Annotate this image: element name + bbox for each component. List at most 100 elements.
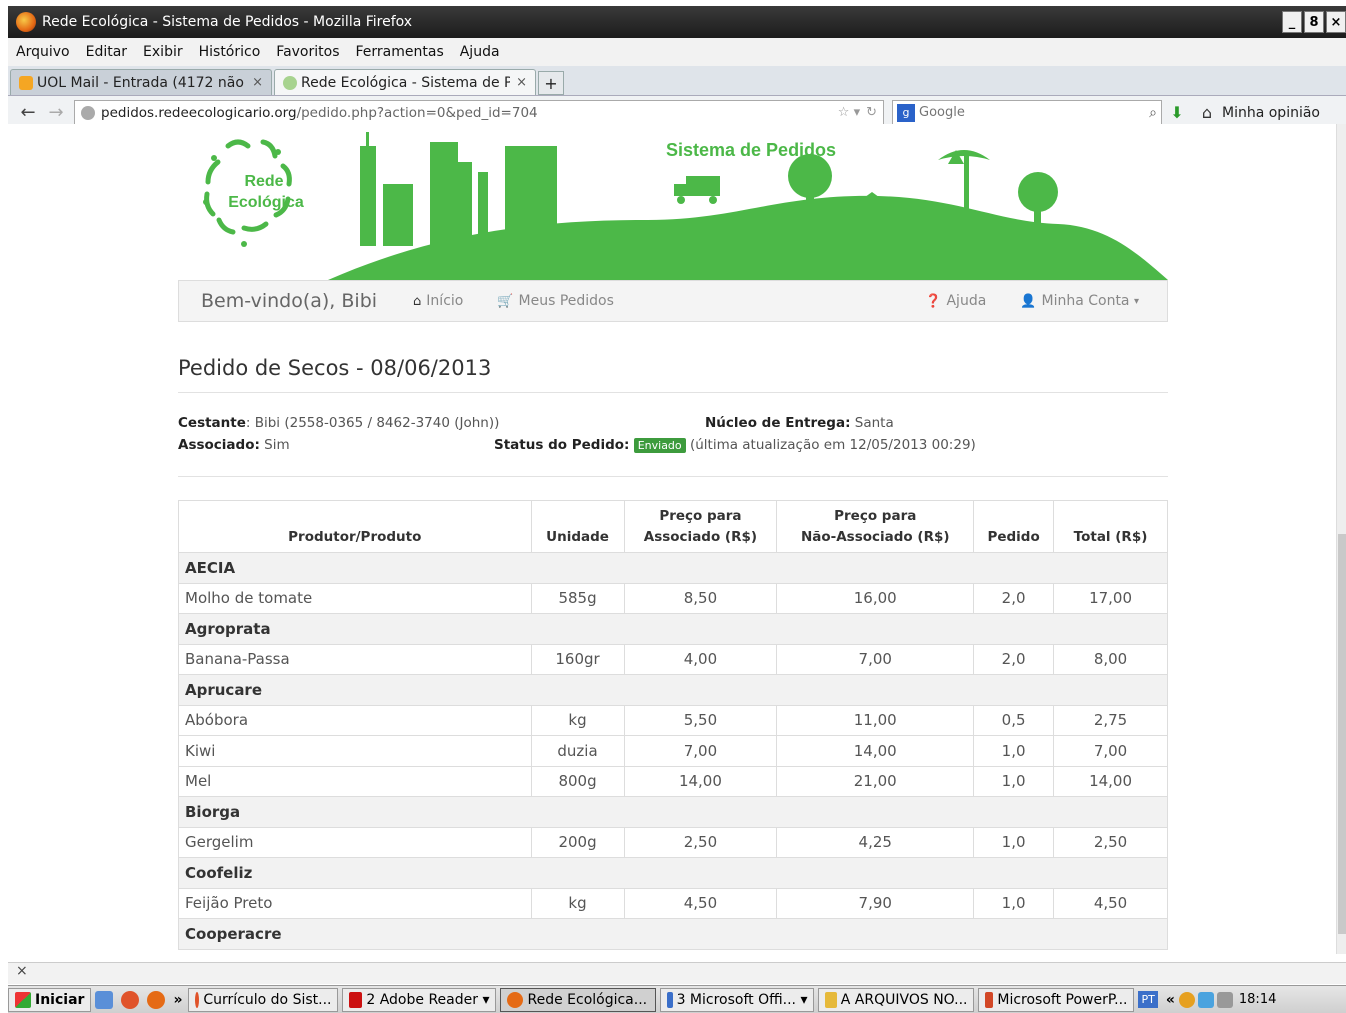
maximize-button[interactable]: 8 [1304,11,1324,33]
group-row: Agroprata [178,613,1168,645]
download-arrow-icon[interactable]: ⬇ [1162,103,1192,122]
folder-icon [825,991,837,1008]
group-row: Aprucare [178,674,1168,706]
menu-editar[interactable]: Editar [86,44,127,60]
system-title: Sistema de Pedidos [666,140,836,160]
close-icon[interactable]: × [16,963,28,979]
taskbar-button-rede[interactable]: Rede Ecológica... [500,987,657,1012]
new-tab-button[interactable]: + [538,71,564,95]
status-badge: Enviado [633,438,686,453]
home-icon[interactable]: ⌂ [1192,103,1222,122]
menu-exibir[interactable]: Exibir [143,44,183,60]
back-arrow-icon[interactable]: ← [14,102,42,123]
windows-taskbar: Iniciar » Currículo do Sist... 2 Adobe R… [8,985,1346,1013]
col-pedido: Pedido [973,500,1055,553]
forward-arrow-icon[interactable]: → [42,102,70,123]
table-row: Banana-Passa 160gr 4,00 7,00 2,0 8,00 [178,643,1168,675]
start-button[interactable]: Iniciar [8,987,92,1012]
nav-meus-pedidos[interactable]: 🛒 Meus Pedidos [497,293,614,309]
magnifier-icon[interactable]: ⌕ [1149,105,1157,121]
windows-logo-icon [15,991,31,1008]
network-icon[interactable] [1197,991,1214,1008]
tab-close-icon[interactable]: × [516,75,527,90]
help-icon: ❓ [925,293,942,309]
firefox-icon[interactable] [147,990,166,1009]
taskbar-button-office[interactable]: 3 Microsoft Offi... ▾ [660,987,815,1012]
taskbar-button-adobe[interactable]: 2 Adobe Reader ▾ [342,987,497,1012]
table-row: Mel 800g 14,00 21,00 1,0 14,00 [178,765,1168,797]
powerpoint-icon [985,991,994,1008]
scrollbar-thumb[interactable] [1338,534,1346,934]
chrome-icon[interactable] [121,990,140,1009]
truck-icon [674,176,720,204]
window-title: Rede Ecológica - Sistema de Pedidos - Mo… [42,14,413,30]
volume-icon[interactable] [1216,991,1233,1008]
col-unidade: Unidade [530,500,625,553]
welcome-text: Bem-vindo(a), Bibi [201,290,378,312]
group-row: AECIA [178,552,1168,584]
table-row: Gergelim 200g 2,50 4,25 1,0 2,50 [178,826,1168,858]
taskbar-button-arquivos[interactable]: A ARQUIVOS NO... [818,987,975,1012]
taskbar-button-powerpoint[interactable]: Microsoft PowerP... [978,987,1135,1012]
table-row: Feijão Preto kg 4,50 7,90 1,0 4,50 [178,887,1168,919]
table-row: Molho de tomate 585g 8,50 16,00 2,0 17,00 [178,582,1168,614]
menu-arquivo[interactable]: Arquivo [16,44,70,60]
site-identity-icon[interactable] [81,105,95,120]
user-icon: 👤 [1020,293,1037,309]
bookmark-star-icon[interactable]: ☆ ▾ [838,105,860,120]
status-info: Status do Pedido: Enviado (última atuali… [494,437,976,453]
menu-ajuda[interactable]: Ajuda [460,44,500,60]
col-preco-associado: Preço para Associado (R$) [623,500,778,553]
page-title: Pedido de Secos - 08/06/2013 [178,356,492,380]
taskbar-button-curriculo[interactable]: Currículo do Sist... [188,987,339,1012]
nav-inicio[interactable]: ⌂ Início [413,293,463,309]
tab-bar: UOL Mail - Entrada (4172 não lid... × Re… [8,66,1346,96]
nav-minha-conta[interactable]: 👤 Minha Conta ▾ [1020,293,1139,309]
associado-info: Associado: Sim [178,437,290,453]
search-bar[interactable]: g ⌕ [892,99,1162,126]
cestante-info: Cestante: Bibi (2558-0365 / 8462-3740 (J… [178,415,500,431]
vertical-scrollbar[interactable] [1336,124,1346,954]
url-text[interactable]: pedidos.redeecologicario.org/pedido.php?… [101,105,838,121]
table-row: Abóbora kg 5,50 11,00 0,5 2,75 [178,704,1168,736]
menu-favoritos[interactable]: Favoritos [276,44,339,60]
tab-uol-mail[interactable]: UOL Mail - Entrada (4172 não lid... × [10,69,272,95]
rede-ecologica-favicon [283,75,297,90]
adobe-icon [349,991,363,1008]
tab-rede-ecologica[interactable]: Rede Ecológica - Sistema de Pe... × [274,69,536,95]
home-icon: ⌂ [413,293,422,309]
more-icon[interactable]: » [173,992,182,1008]
find-bar: × [8,962,1346,984]
col-produto: Produtor/Produto [178,500,532,553]
nav-ajuda[interactable]: ❓ Ajuda [925,293,986,309]
firefox-icon [16,12,36,32]
reload-icon[interactable]: ↻ [866,105,877,120]
nucleo-info: Núcleo de Entrega: Santa [705,415,894,431]
tab-label: Rede Ecológica - Sistema de Pe... [301,74,511,91]
tray-icon[interactable] [1178,991,1195,1008]
caret-down-icon: ▾ [1133,295,1139,307]
language-indicator[interactable]: PT [1138,991,1158,1008]
tab-label: UOL Mail - Entrada (4172 não lid... [37,74,246,91]
logo-text-1: Rede [244,173,283,190]
minimize-button[interactable]: _ [1282,11,1302,33]
tray-expand-icon[interactable]: « [1166,992,1175,1008]
chrome-icon [195,991,200,1008]
menu-ferramentas[interactable]: Ferramentas [356,44,444,60]
col-total: Total (R$) [1053,500,1168,553]
group-row: Biorga [178,796,1168,828]
table-row: Kiwi duzia 7,00 14,00 1,0 7,00 [178,735,1168,767]
menu-historico[interactable]: Histórico [199,44,261,60]
divider [178,392,1168,393]
site-navbar: Bem-vindo(a), Bibi ⌂ Início 🛒 Meus Pedidos… [178,280,1168,322]
site-banner: Rede Ecológica Sistema de Pedidos [203,132,1168,280]
search-engine-icon[interactable]: g [897,103,915,122]
search-input[interactable] [919,105,1150,120]
tab-close-icon[interactable]: × [252,75,263,90]
firefox-icon [507,991,524,1008]
close-button[interactable]: × [1326,11,1346,33]
user-menu[interactable]: Minha opinião [1222,105,1320,121]
show-desktop-icon[interactable] [95,990,114,1009]
url-bar[interactable]: pedidos.redeecologicario.org/pedido.php?… [74,99,884,126]
office-icon [667,991,673,1008]
